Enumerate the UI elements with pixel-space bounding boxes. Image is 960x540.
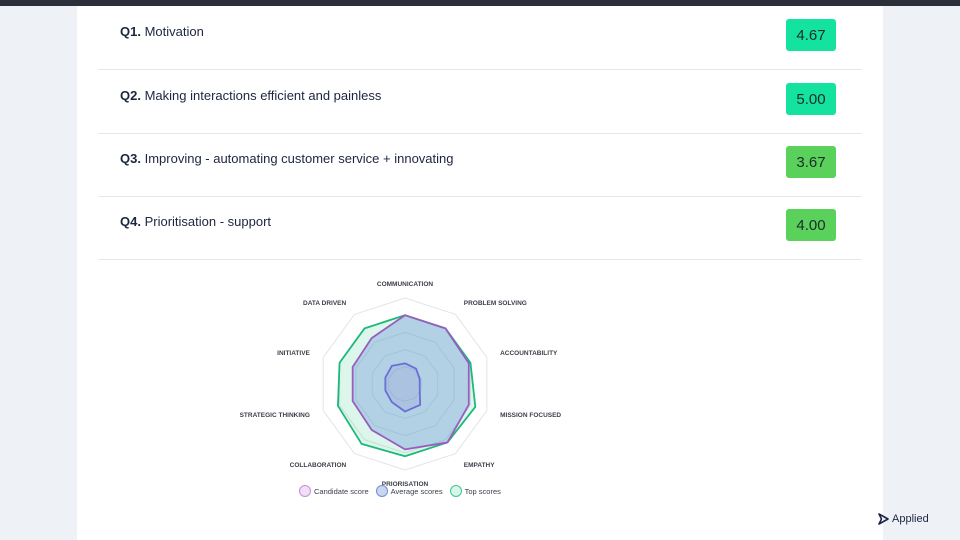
score-badge: 4.00 [786, 209, 836, 241]
legend-candidate-label: Candidate score [314, 486, 369, 496]
question-row-2: Q2. Making interactions efficient and pa… [98, 70, 862, 134]
radar-axis-label: ACCOUNTABILITY [500, 350, 558, 357]
legend-candidate[interactable]: Candidate score [299, 485, 369, 497]
legend-average-label: Average scores [390, 486, 443, 496]
legend-candidate-swatch [299, 485, 311, 497]
legend-average[interactable]: Average scores [375, 485, 443, 497]
score-badge: 3.67 [786, 146, 836, 178]
results-panel: Q1. Motivation 4.67 Q2. Making interacti… [77, 6, 883, 540]
legend-top-swatch [449, 485, 462, 497]
question-text: Q4. Prioritisation - support [120, 214, 272, 229]
brand-logo[interactable]: Applied [877, 513, 929, 525]
radar-axis-label: EMPATHY [464, 462, 495, 469]
question-text: Q3. Improving - automating customer serv… [120, 151, 454, 166]
radar-axis-label: COLLABORATION [290, 462, 347, 469]
question-text: Q2. Making interactions efficient and pa… [120, 88, 382, 103]
score-badge: 5.00 [786, 83, 836, 115]
legend-average-swatch [375, 485, 388, 497]
brand-label: Applied [892, 513, 929, 525]
radar-series [337, 314, 477, 458]
legend-top-label: Top scores [464, 486, 501, 496]
radar-axis-label: PROBLEM SOLVING [464, 300, 527, 307]
chart-legend: Candidate score Average scores Top score… [299, 484, 504, 498]
question-row-4: Q4. Prioritisation - support 4.00 [98, 196, 862, 260]
question-row-1: Q1. Motivation 4.67 [98, 6, 862, 70]
radar-axis-label: DATA DRIVEN [303, 300, 347, 307]
radar-axis-label: INITIATIVE [277, 350, 310, 357]
question-text: Q1. Motivation [120, 24, 204, 39]
applied-logo-icon [878, 513, 889, 525]
radar-axis-label: STRATEGIC THINKING [240, 412, 310, 419]
radar-axis-label: COMMUNICATION [377, 281, 434, 288]
score-badge: 4.67 [786, 19, 836, 51]
radar-chart: COMMUNICATION PROBLEM SOLVING ACCOUNTABILI… [240, 281, 562, 488]
legend-top[interactable]: Top scores [449, 485, 501, 497]
question-row-3: Q3. Improving - automating customer serv… [98, 133, 862, 197]
radar-axis-label: MISSION FOCUSED [500, 412, 561, 419]
